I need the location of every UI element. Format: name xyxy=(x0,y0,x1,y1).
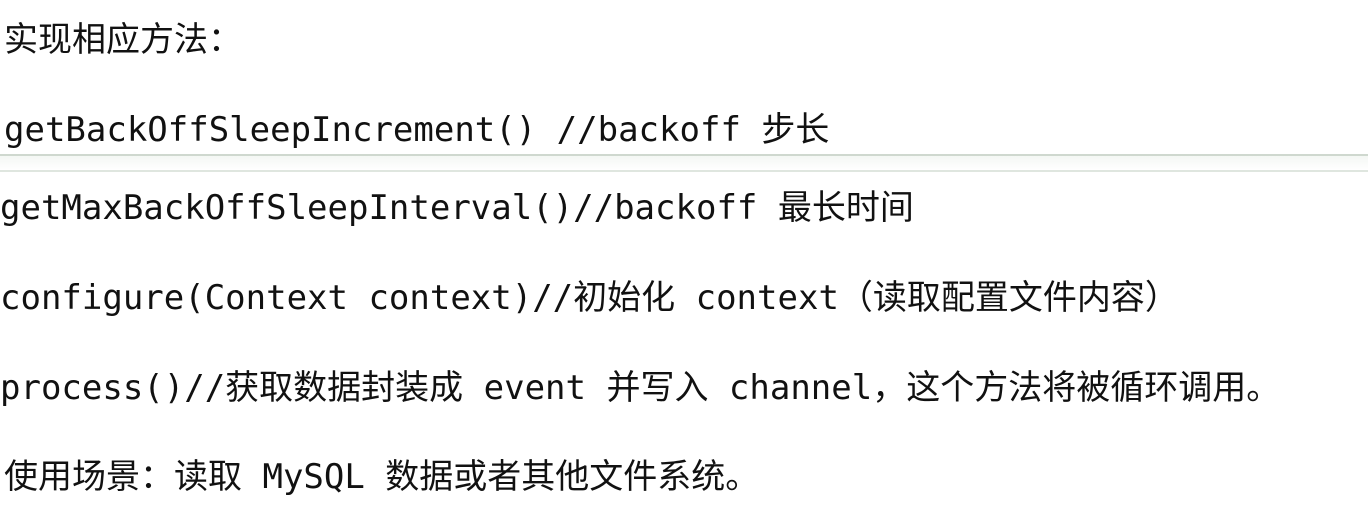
method-process: process()//获取数据封装成 event 并写入 channel，这个方… xyxy=(0,368,1281,408)
usage-scenario: 使用场景：读取 MySQL 数据或者其他文件系统。 xyxy=(4,457,760,497)
method-get-backoff-sleep-increment: getBackOffSleepIncrement() //backoff 步长 xyxy=(4,110,830,150)
method-get-max-backoff-sleep-interval: getMaxBackOffSleepInterval()//backoff 最长… xyxy=(0,188,914,228)
heading-implement-methods: 实现相应方法： xyxy=(4,20,242,60)
page-break-divider xyxy=(0,154,1368,172)
method-configure: configure(Context context)//初始化 context（… xyxy=(0,278,1179,318)
document-page: 实现相应方法： getBackOffSleepIncrement() //bac… xyxy=(0,0,1368,509)
